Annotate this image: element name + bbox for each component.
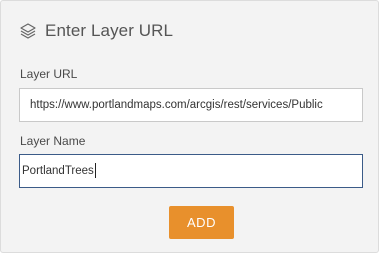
- text-caret: [94, 163, 96, 179]
- add-layer-panel: Enter Layer URL Layer URL https://www.po…: [0, 0, 379, 253]
- layer-url-input[interactable]: https://www.portlandmaps.com/arcgis/rest…: [19, 88, 363, 122]
- layer-url-label: Layer URL: [20, 67, 78, 81]
- layer-name-input[interactable]: PortlandTrees: [19, 154, 363, 188]
- layer-name-value: PortlandTrees: [22, 165, 94, 177]
- add-button[interactable]: ADD: [169, 206, 234, 239]
- panel-header: Enter Layer URL: [19, 19, 173, 43]
- layer-url-value: https://www.portlandmaps.com/arcgis/rest…: [30, 99, 323, 111]
- layers-icon: [19, 22, 37, 40]
- layer-name-label: Layer Name: [20, 134, 86, 148]
- panel-title: Enter Layer URL: [45, 21, 174, 40]
